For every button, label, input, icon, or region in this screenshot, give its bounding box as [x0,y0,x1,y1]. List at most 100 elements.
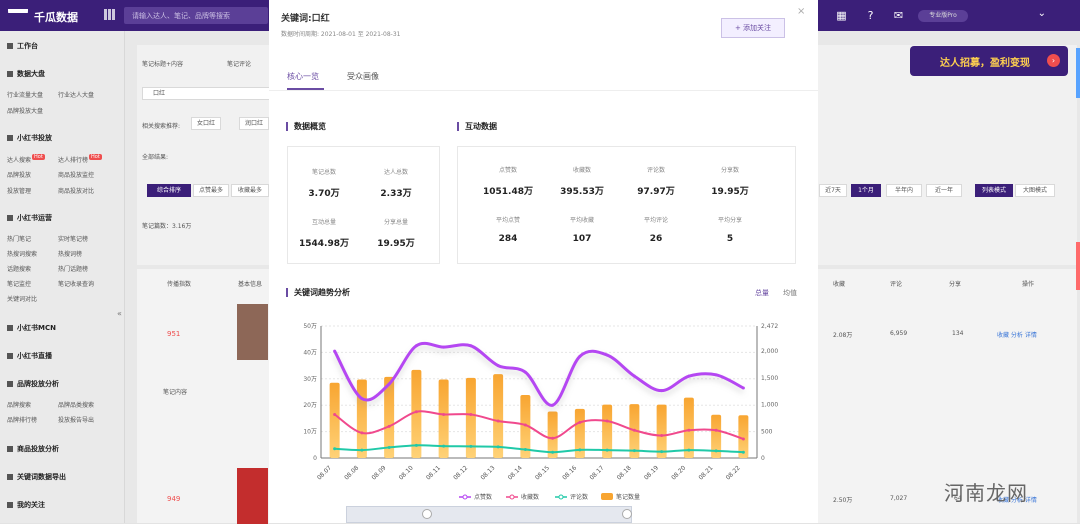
sidebar-topic-rank[interactable]: 热门话题榜 [58,264,88,273]
series-point [333,447,337,451]
right-axis-tick-label: 2,472 [761,323,778,330]
series-point [387,382,391,386]
list-mode-button[interactable]: 列表模式 [975,184,1013,197]
floating-scroll-accent [1076,48,1080,98]
series-point [632,428,636,432]
sidebar-brand-rank[interactable]: 品牌排行榜 [7,415,37,424]
vip-badge[interactable]: 专业版Pro [918,10,968,22]
series-point [578,354,582,358]
sidebar-brand-search[interactable]: 品牌搜索 [7,400,31,409]
keyword-detail-modal: 关键词:口红 数据时间周期: 2021-08-01 至 2021-08-31 +… [269,0,818,523]
series-point [387,424,391,428]
series-point [360,397,364,401]
mail-icon[interactable]: ✉ [892,9,905,22]
legend-point-icon [462,494,468,500]
time-1-month[interactable]: 1个月 [851,184,881,197]
global-search-input[interactable]: 请输入达人、笔记、品牌等搜索 [124,7,268,24]
my-follow-heading[interactable]: 我的关注 [7,500,45,510]
x-axis-tick-label: 08.13 [479,464,496,481]
xhs-live-heading[interactable]: 小红书直播 [7,351,52,361]
sidebar-realtime-notes[interactable]: 实时笔记榜 [58,234,88,243]
series-point [523,448,527,452]
related-tag[interactable]: 润口红 [239,117,269,130]
note-thumbnail[interactable] [237,304,268,360]
title-content-radio[interactable]: 笔记标题+内容 [142,59,183,68]
range-end-handle[interactable] [622,509,632,519]
series-point [414,344,418,348]
table-header-comment: 评论 [890,281,903,288]
legend-point-icon [558,494,564,500]
table-header-collect: 收藏 [833,281,846,288]
legend-label: 笔记数量 [616,493,640,501]
range-start-handle[interactable] [422,509,432,519]
row-1-comment: 6,959 [890,330,908,337]
right-axis-tick-label: 2,000 [761,348,778,355]
sidebar-keyword-compare[interactable]: 关键词对比 [7,294,37,303]
qiangua-logo[interactable] [8,9,28,21]
chart-range-slider[interactable] [346,506,632,523]
series-point [632,374,636,378]
sidebar-collapse-icon[interactable]: « [117,309,122,318]
sidebar-ad-manage[interactable]: 投放管理 [7,186,31,195]
series-point [660,389,664,393]
product-analysis-heading[interactable]: 商品投放分析 [7,444,59,454]
sidebar-hot-word-rank[interactable]: 热搜词榜 [58,249,82,258]
series-point [442,345,446,349]
xhs-ops-heading: 小红书运营 [7,213,52,223]
sort-most-collects[interactable]: 收藏最多 [231,184,269,197]
note-thumbnail[interactable] [237,468,268,524]
sidebar-hot-word-search[interactable]: 热搜词搜索 [7,249,37,258]
x-axis-tick-label: 08.18 [616,464,633,481]
related-search-label: 相关搜索推荐: [142,123,181,130]
series-point [741,437,745,441]
x-axis-tick-label: 08.10 [398,464,415,481]
account-dropdown-icon[interactable]: ⌄ [1038,8,1046,19]
series-point [632,449,636,453]
menu-grid-icon[interactable] [104,9,115,20]
apps-icon[interactable]: ▦ [835,9,848,22]
sort-comprehensive[interactable]: 综合排序 [147,184,191,197]
sidebar-hot-notes[interactable]: 热门笔记 [7,234,31,243]
series-point [714,449,718,453]
series-point [687,448,691,452]
xhs-mcn-heading[interactable]: 小红书MCN [7,323,56,333]
legend-bar-icon [601,493,613,500]
x-axis-tick-label: 08.08 [343,464,360,481]
comment-radio[interactable]: 笔记评论 [227,59,251,68]
left-axis-tick-label: 30万 [303,376,317,383]
sidebar-kol-search[interactable]: 达人搜索 Hot [7,154,45,164]
sidebar-brand-ads[interactable]: 品牌投放 [7,170,31,179]
grid-mode-button[interactable]: 大图模式 [1015,184,1055,197]
sidebar-brand-dashboard[interactable]: 品牌投放大盘 [7,106,43,115]
xhs-ads-heading: 小红书投放 [7,133,52,143]
sidebar-industry-traffic[interactable]: 行业流量大盘 [7,90,43,99]
help-icon[interactable]: ? [864,9,877,22]
sidebar-product-compare[interactable]: 商品投放对比 [58,186,94,195]
sidebar-note-monitor[interactable]: 笔记监控 [7,279,31,288]
sidebar-report-export[interactable]: 投放报告导出 [58,415,94,424]
time-half-year[interactable]: 半年内 [886,184,922,197]
table-header-score: 传播指数 [167,281,192,288]
recruitment-banner[interactable]: 达人招募，盈利变现 › [910,46,1068,76]
floating-service-tab[interactable] [1076,242,1080,290]
sidebar-brand-category-search[interactable]: 品牌品类搜索 [58,400,94,409]
sidebar-note-inclusion[interactable]: 笔记收录查询 [58,279,94,288]
workspace-link[interactable]: 工作台 [7,41,38,51]
sidebar-product-monitor[interactable]: 商品投放监控 [58,170,94,179]
row-2-score: 949 [167,495,181,503]
left-axis-tick-label: 0 [313,455,317,462]
sort-most-likes[interactable]: 点赞最多 [193,184,229,197]
related-tag[interactable]: 女口红 [191,117,221,130]
row-1-collect: 2.08万 [833,332,853,339]
time-7-days[interactable]: 近7天 [819,184,847,197]
sidebar-kol-rank[interactable]: 达人排行榜 Hot [58,154,102,164]
row-1-actions[interactable]: 收藏 分析 详情 [997,330,1037,339]
time-one-year[interactable]: 近一年 [926,184,962,197]
arrow-right-icon[interactable]: › [1047,54,1060,67]
sidebar-industry-kol[interactable]: 行业达人大盘 [58,90,94,99]
x-axis-tick-label: 08.19 [643,464,660,481]
sidebar-topic-search[interactable]: 话题搜索 [7,264,31,273]
keyword-export-heading[interactable]: 关键词数据导出 [7,472,66,482]
keyword-input[interactable]: 口红 [142,87,276,100]
right-axis-tick-label: 1,000 [761,402,778,409]
